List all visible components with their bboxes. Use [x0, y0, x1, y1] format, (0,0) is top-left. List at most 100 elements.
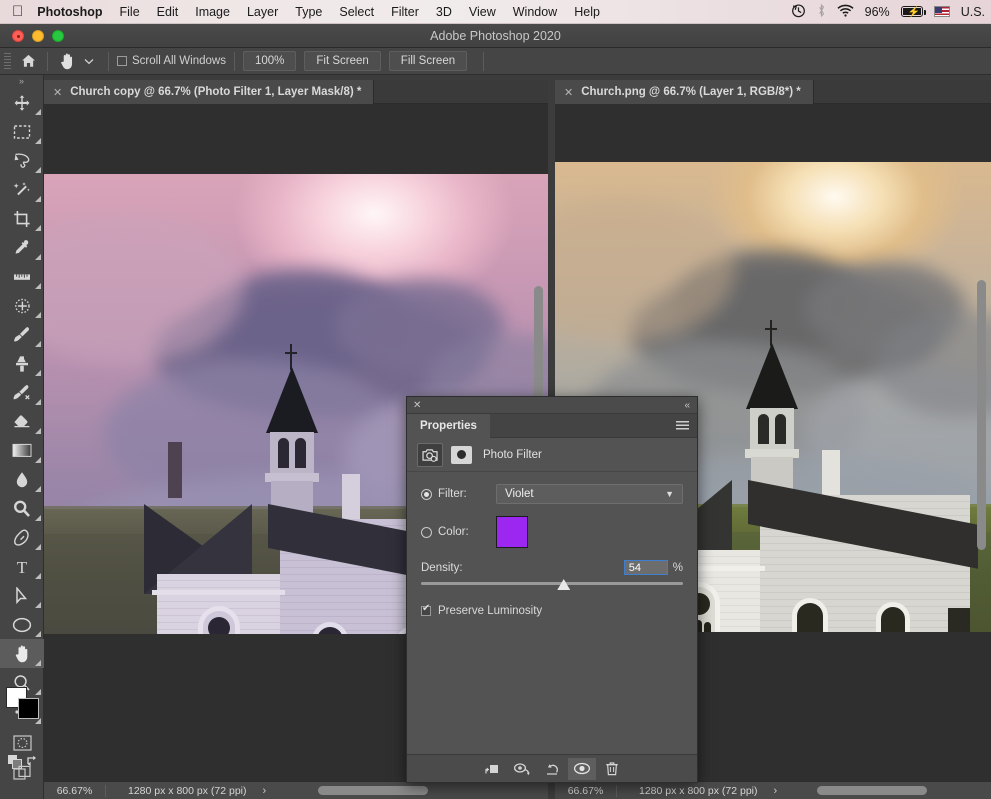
ruler-measure-tool[interactable] — [0, 262, 44, 291]
history-brush-tool[interactable] — [0, 378, 44, 407]
status-menu-arrow-left[interactable]: › — [263, 785, 267, 797]
menu-item-3d[interactable]: 3D — [436, 5, 452, 19]
object-selection-wand-tool[interactable] — [0, 175, 44, 204]
density-slider[interactable] — [421, 579, 683, 593]
menu-item-edit[interactable]: Edit — [157, 5, 179, 19]
document-tab-church-copy[interactable]: ✕ Church copy @ 66.7% (Photo Filter 1, L… — [44, 80, 375, 104]
menu-item-window[interactable]: Window — [513, 5, 557, 19]
reset-adjustment-button[interactable] — [538, 758, 566, 780]
canvas-right-horizontal-scrollbar[interactable] — [817, 786, 928, 795]
quick-mask-icon[interactable] — [13, 735, 32, 756]
close-panel-icon[interactable]: ✕ — [413, 400, 421, 411]
properties-panel-title-bar[interactable]: ✕ « — [407, 397, 697, 414]
menu-item-layer[interactable]: Layer — [247, 5, 278, 19]
document-tab-bar-left: ✕ Church copy @ 66.7% (Photo Filter 1, L… — [44, 80, 548, 104]
hand-tool[interactable] — [0, 639, 44, 668]
svg-text:T: T — [17, 558, 28, 576]
canvas-left-horizontal-scrollbar[interactable] — [318, 786, 429, 795]
zoom-level-left[interactable]: 66.67% — [44, 784, 106, 797]
document-tab-label: Church copy @ 66.7% (Photo Filter 1, Lay… — [70, 86, 362, 98]
zoom-window-button[interactable] — [52, 29, 64, 42]
scroll-all-windows-checkbox[interactable]: Scroll All Windows — [117, 55, 226, 67]
clip-to-layer-button[interactable] — [478, 758, 506, 780]
menu-item-photoshop[interactable]: Photoshop — [37, 5, 102, 19]
color-row: Color: — [421, 516, 683, 548]
delete-adjustment-layer-button[interactable] — [598, 758, 626, 780]
document-tab-church-png[interactable]: ✕ Church.png @ 66.7% (Layer 1, RGB/8*) * — [555, 80, 814, 104]
clone-stamp-tool[interactable] — [0, 349, 44, 378]
fit-screen-button[interactable]: Fit Screen — [304, 51, 381, 71]
zoom-level-right[interactable]: 66.67% — [555, 784, 617, 797]
status-menu-arrow-right[interactable]: › — [774, 785, 778, 797]
preserve-luminosity-checkbox[interactable] — [421, 603, 431, 616]
menu-item-select[interactable]: Select — [339, 5, 374, 19]
menu-item-help[interactable]: Help — [574, 5, 600, 19]
color-swatches — [6, 687, 39, 719]
time-machine-icon[interactable] — [791, 3, 806, 20]
menu-item-file[interactable]: File — [120, 5, 140, 19]
path-selection-tool[interactable] — [0, 581, 44, 610]
menu-item-image[interactable]: Image — [195, 5, 230, 19]
checkbox-box[interactable] — [117, 56, 127, 66]
hand-tool-icon[interactable] — [56, 51, 78, 71]
eraser-tool[interactable] — [0, 407, 44, 436]
wifi-icon[interactable] — [837, 4, 854, 19]
bluetooth-icon[interactable] — [817, 3, 826, 20]
preserve-luminosity-row[interactable]: Preserve Luminosity — [421, 603, 683, 617]
filter-radio-button[interactable] — [421, 488, 432, 500]
tool-preset-chevron-down-icon[interactable] — [78, 51, 100, 71]
gradient-tool[interactable] — [0, 436, 44, 465]
zoom-100-button[interactable]: 100% — [242, 51, 297, 71]
close-window-button[interactable] — [12, 29, 24, 42]
toggle-layer-visibility-button[interactable] — [568, 757, 596, 780]
fill-screen-button[interactable]: Fill Screen — [388, 51, 468, 71]
rectangular-marquee-tool[interactable] — [0, 117, 44, 146]
properties-panel-body: Filter: Violet ▼ Color: Density: 54 % Pr… — [407, 472, 697, 617]
menu-item-type[interactable]: Type — [295, 5, 322, 19]
brush-tool[interactable] — [0, 320, 44, 349]
photo-filter-icon[interactable] — [417, 442, 443, 467]
divider — [47, 51, 48, 71]
eyedropper-tool[interactable] — [0, 233, 44, 262]
home-icon[interactable] — [17, 51, 39, 71]
density-input[interactable]: 54 — [623, 560, 668, 575]
canvas-right-vertical-scrollbar[interactable] — [977, 280, 986, 550]
menu-item-view[interactable]: View — [469, 5, 496, 19]
filter-row: Filter: Violet ▼ — [421, 484, 683, 504]
screen-mode-icon[interactable] — [13, 765, 32, 786]
document-tab-bar-right: ✕ Church.png @ 66.7% (Layer 1, RGB/8*) * — [555, 80, 991, 104]
options-bar-grip[interactable] — [4, 52, 11, 70]
close-tab-icon[interactable]: ✕ — [53, 86, 62, 99]
lasso-tool[interactable] — [0, 146, 44, 175]
view-previous-state-button[interactable] — [508, 758, 536, 780]
menu-item-filter[interactable]: Filter — [391, 5, 419, 19]
tools-panel-grip[interactable]: » — [0, 75, 43, 88]
background-color-swatch[interactable] — [18, 698, 39, 719]
scroll-all-windows-label: Scroll All Windows — [132, 55, 226, 67]
apple-icon[interactable]:  — [12, 4, 23, 19]
collapse-to-icons-icon[interactable]: « — [684, 400, 690, 411]
battery-charging-icon[interactable]: ⚡ — [900, 6, 926, 18]
tab-properties[interactable]: Properties — [407, 413, 490, 438]
app-title-bar: Adobe Photoshop 2020 — [0, 24, 991, 48]
panel-menu-icon[interactable] — [676, 421, 689, 430]
dodge-tool[interactable] — [0, 494, 44, 523]
density-slider-track[interactable] — [421, 582, 683, 585]
chevron-down-icon: ▼ — [665, 489, 674, 499]
filter-select[interactable]: Violet ▼ — [496, 484, 683, 504]
blur-tool[interactable] — [0, 465, 44, 494]
ellipse-shape-tool[interactable] — [0, 610, 44, 639]
color-radio-button[interactable] — [421, 526, 432, 538]
app-title: Adobe Photoshop 2020 — [430, 28, 561, 43]
type-tool[interactable]: T — [0, 552, 44, 581]
crop-tool[interactable] — [0, 204, 44, 233]
move-tool[interactable] — [0, 88, 44, 117]
color-swatch-button[interactable] — [496, 516, 528, 548]
input-source-label[interactable]: U.S. — [961, 5, 985, 19]
minimize-window-button[interactable] — [32, 29, 44, 42]
close-tab-icon[interactable]: ✕ — [564, 86, 573, 99]
spot-healing-brush-tool[interactable] — [0, 291, 44, 320]
layer-mask-thumbnail-icon[interactable] — [451, 445, 472, 464]
us-flag-icon[interactable] — [933, 6, 950, 17]
pen-tool[interactable] — [0, 523, 44, 552]
